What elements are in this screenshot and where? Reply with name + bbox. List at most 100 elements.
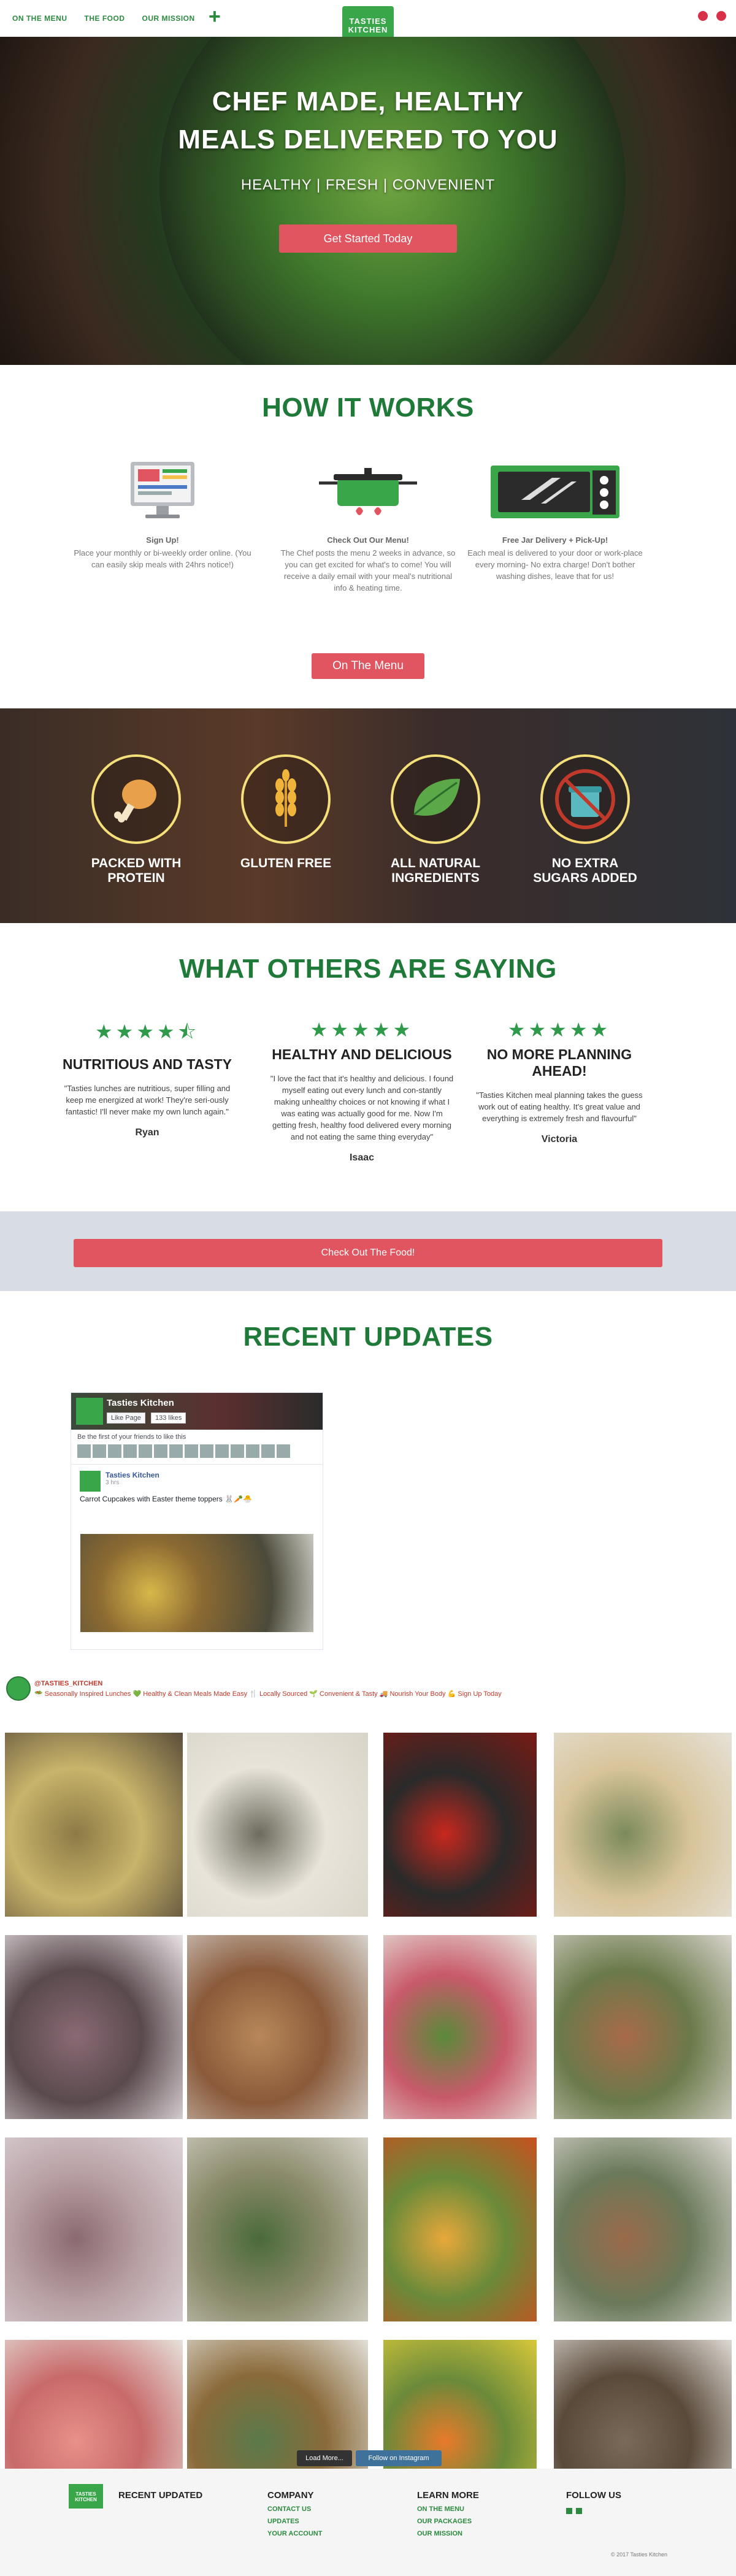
load-more-button[interactable]: Load More... bbox=[297, 2450, 352, 2466]
ig-photo[interactable] bbox=[187, 2137, 368, 2321]
ig-photo[interactable] bbox=[554, 2137, 732, 2321]
ig-photo[interactable] bbox=[187, 1733, 368, 1917]
avatar[interactable] bbox=[246, 1444, 259, 1458]
how-step-2-text: The Chef posts the menu 2 weeks in advan… bbox=[280, 548, 456, 592]
footer-follow-title: FOLLOW US bbox=[566, 2490, 621, 2501]
feature-protein-label: PACKED WITH PROTEIN bbox=[91, 856, 182, 885]
avatar[interactable] bbox=[77, 1444, 91, 1458]
fb-friends-text: Be the first of your friends to like thi… bbox=[77, 1433, 186, 1441]
ig-username[interactable]: @TASTIES_KITCHEN bbox=[34, 1680, 102, 1687]
avatar[interactable] bbox=[185, 1444, 198, 1458]
footer-link-updates[interactable]: UPDATES bbox=[267, 2518, 322, 2525]
fb-like-count: 133 likes bbox=[151, 1413, 186, 1424]
footer-link-packages[interactable]: OUR PACKAGES bbox=[417, 2518, 479, 2525]
footer-link-contact[interactable]: CONTACT US bbox=[267, 2505, 322, 2513]
cta-band: Check Out The Food! bbox=[0, 1211, 736, 1291]
avatar[interactable] bbox=[123, 1444, 137, 1458]
ig-photo[interactable] bbox=[383, 2137, 537, 2321]
ig-photo[interactable] bbox=[5, 1935, 183, 2119]
fb-post-logo bbox=[80, 1471, 101, 1492]
avatar[interactable] bbox=[154, 1444, 167, 1458]
account-icon[interactable] bbox=[698, 11, 708, 21]
how-step-2-heading: Check Out Our Menu! bbox=[327, 535, 409, 545]
avatar[interactable] bbox=[108, 1444, 121, 1458]
fb-like-button[interactable]: Like Page bbox=[107, 1413, 145, 1424]
avatar[interactable] bbox=[231, 1444, 244, 1458]
cart-icon[interactable] bbox=[716, 11, 726, 21]
testimonial-1-heading: NUTRITIOUS AND TASTY bbox=[63, 1056, 232, 1072]
fb-post-time: 3 hrs bbox=[105, 1479, 120, 1486]
on-the-menu-button[interactable]: On The Menu bbox=[312, 653, 424, 679]
fb-page-name[interactable]: Tasties Kitchen bbox=[107, 1398, 174, 1408]
microwave-icon bbox=[466, 457, 644, 524]
leaf-icon bbox=[391, 754, 480, 844]
nav-the-food[interactable]: THE FOOD bbox=[85, 14, 125, 23]
fb-post: Tasties Kitchen 3 hrs Carrot Cupcakes wi… bbox=[71, 1464, 323, 1509]
avatar[interactable] bbox=[277, 1444, 290, 1458]
hero: CHEF MADE, HEALTHY MEALS DELIVERED TO YO… bbox=[0, 37, 736, 365]
footer-link-mission[interactable]: OUR MISSION bbox=[417, 2530, 479, 2537]
follow-instagram-button[interactable]: Follow on Instagram bbox=[356, 2450, 442, 2466]
footer-learn: LEARN MORE ON THE MENU OUR PACKAGES OUR … bbox=[417, 2490, 479, 2537]
how-step-3-heading: Free Jar Delivery + Pick-Up! bbox=[502, 535, 608, 545]
ig-photo[interactable] bbox=[383, 1935, 537, 2119]
testimonial-3-text: "Tasties Kitchen meal planning takes the… bbox=[476, 1091, 643, 1123]
ig-photo[interactable] bbox=[187, 1935, 368, 2119]
feature-no-sugar: NO EXTRA SUGARS ADDED bbox=[524, 754, 646, 886]
get-started-button[interactable]: Get Started Today bbox=[279, 224, 457, 253]
ig-photo[interactable] bbox=[5, 1733, 183, 1917]
feature-no-sugar-label: NO EXTRA SUGARS ADDED bbox=[533, 856, 637, 885]
check-out-food-button[interactable]: Check Out The Food! bbox=[74, 1239, 662, 1267]
ig-avatar[interactable] bbox=[6, 1676, 31, 1701]
feature-protein: PACKED WITH PROTEIN bbox=[75, 754, 197, 886]
star-rating: ★★★★★ bbox=[310, 1019, 414, 1041]
testimonial-3-heading: NO MORE PLANNING AHEAD! bbox=[486, 1046, 632, 1079]
hero-title: CHEF MADE, HEALTHY MEALS DELIVERED TO YO… bbox=[0, 83, 736, 159]
fb-cover: Tasties Kitchen Like Page 133 likes bbox=[71, 1393, 323, 1430]
ig-photo[interactable] bbox=[554, 1935, 732, 2119]
copyright: © 2017 Tasties Kitchen bbox=[610, 2551, 667, 2558]
no-sugar-icon bbox=[540, 754, 630, 844]
ig-profile-header: @TASTIES_KITCHEN 🥗 Seasonally Inspired L… bbox=[6, 1676, 730, 1713]
footer-logo-line2: KITCHEN bbox=[75, 2497, 97, 2502]
avatar[interactable] bbox=[215, 1444, 229, 1458]
facebook-icon[interactable] bbox=[566, 2508, 572, 2514]
footer-link-menu[interactable]: ON THE MENU bbox=[417, 2505, 479, 2513]
fb-friend-faces bbox=[71, 1444, 323, 1458]
fb-post-photo[interactable] bbox=[80, 1534, 313, 1632]
testimonial-2: ★★★★★ HEALTHY AND DELICIOUS "I love the … bbox=[270, 1018, 454, 1163]
how-step-1-text: Place your monthly or bi-weekly order on… bbox=[74, 548, 251, 569]
hero-title-line1: CHEF MADE, HEALTHY bbox=[212, 86, 524, 117]
plus-icon[interactable]: + bbox=[209, 6, 221, 27]
testimonial-1-text: "Tasties lunches are nutritious, super f… bbox=[64, 1084, 231, 1116]
facebook-widget: Tasties Kitchen Like Page 133 likes Be t… bbox=[71, 1392, 323, 1650]
footer-logo[interactable]: TASTIES KITCHEN bbox=[69, 2484, 103, 2509]
footer-link-account[interactable]: YOUR ACCOUNT bbox=[267, 2530, 322, 2537]
footer-recent: RECENT UPDATED bbox=[118, 2490, 202, 2501]
how-it-works-section: HOW IT WORKS Sign Up! Place your monthly… bbox=[0, 365, 736, 708]
feature-natural: ALL NATURAL INGREDIENTS bbox=[374, 754, 497, 886]
pot-icon bbox=[279, 457, 457, 524]
avatar[interactable] bbox=[261, 1444, 275, 1458]
footer-learn-title: LEARN MORE bbox=[417, 2490, 479, 2501]
nav-our-mission[interactable]: OUR MISSION bbox=[142, 14, 195, 23]
avatar[interactable] bbox=[93, 1444, 106, 1458]
fb-post-author[interactable]: Tasties Kitchen bbox=[105, 1471, 314, 1479]
ig-photo[interactable] bbox=[383, 1733, 537, 1917]
how-step-3-text: Each meal is delivered to your door or w… bbox=[467, 548, 643, 581]
hero-title-line2: MEALS DELIVERED TO YOU bbox=[178, 125, 558, 155]
instagram-icon[interactable] bbox=[576, 2508, 582, 2514]
testimonial-1-name: Ryan bbox=[135, 1127, 159, 1138]
avatar[interactable] bbox=[169, 1444, 183, 1458]
how-step-1-heading: Sign Up! bbox=[146, 535, 179, 545]
ig-photo[interactable] bbox=[5, 2137, 183, 2321]
nav-on-the-menu[interactable]: ON THE MENU bbox=[12, 14, 67, 23]
ig-photo[interactable] bbox=[554, 1733, 732, 1917]
feature-natural-label: ALL NATURAL INGREDIENTS bbox=[390, 856, 481, 885]
instagram-section: @TASTIES_KITCHEN 🥗 Seasonally Inspired L… bbox=[0, 1653, 736, 2524]
fb-post-text: Carrot Cupcakes with Easter theme topper… bbox=[80, 1495, 252, 1503]
avatar[interactable] bbox=[139, 1444, 152, 1458]
avatar[interactable] bbox=[200, 1444, 213, 1458]
testimonials-section: WHAT OTHERS ARE SAYING ★★★★⯪ NUTRITIOUS … bbox=[0, 923, 736, 1211]
computer-icon bbox=[74, 457, 251, 524]
